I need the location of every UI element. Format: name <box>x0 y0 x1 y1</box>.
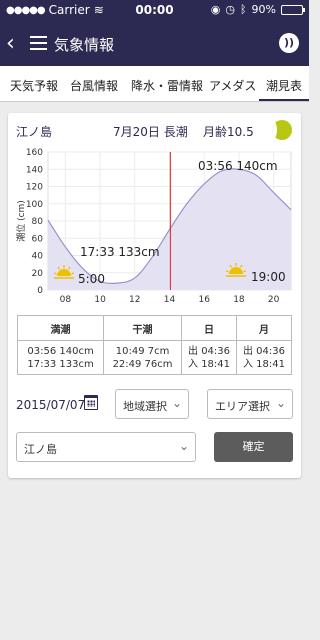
sun-cell: 出 04:36 入 18:41 <box>181 340 237 375</box>
low-tide-annotation: 17:33 133cm <box>80 245 160 259</box>
high-tide-annotation: 03:56 140cm <box>198 159 278 173</box>
tide-card: 江ノ島 7月20日 長潮 月齢10.5 0 20 40 60 80 100 120 140 16… <box>8 113 301 478</box>
y-tick-label: 160 <box>26 148 43 158</box>
status-bar: ●●●●● Carrier ≋ 00:00 ◉ ◷ ᛒ 90% <box>0 0 309 22</box>
hamburger-icon[interactable] <box>30 36 47 50</box>
nav-bar: ‹ 気象情報 )) <box>0 22 309 66</box>
moonrise-time: 出 04:36 <box>243 345 285 357</box>
x-tick-label: 10 <box>94 295 106 305</box>
tab-tide-table[interactable]: 潮見表 <box>266 77 302 94</box>
moonset-time: 入 18:41 <box>243 358 285 370</box>
chevron-down-icon: ⌄ <box>171 396 182 410</box>
x-tick-label: 20 <box>268 295 280 305</box>
x-tick-label: 14 <box>164 295 176 305</box>
rss-icon[interactable]: )) <box>279 33 299 53</box>
location-select-label: 江ノ島 <box>24 443 57 456</box>
header-sun: 日 <box>181 315 237 341</box>
battery-percent: 90% <box>251 3 276 16</box>
sunrise-time: 出 04:36 <box>188 345 231 357</box>
sunset-time: 入 18:41 <box>188 358 231 370</box>
confirm-button[interactable]: 確定 <box>214 432 293 462</box>
header-low-tide: 干潮 <box>103 315 183 341</box>
x-tick-label: 12 <box>129 295 140 305</box>
low-tide-cell: 10:49 7cm 22:49 76cm <box>103 340 183 375</box>
x-tick-label: 16 <box>198 295 210 305</box>
y-axis-label: 潮位 (cm) <box>15 200 27 242</box>
y-tick-label: 0 <box>37 286 43 296</box>
chevron-down-icon: ⌄ <box>178 439 189 453</box>
y-tick-label: 40 <box>32 252 44 262</box>
tab-typhoon[interactable]: 台風情報 <box>70 77 118 94</box>
y-tick-label: 100 <box>26 200 43 210</box>
tide-table: 満潮 干潮 日 月 03:56 140cm 17:33 133cm 10:49 7… <box>16 315 292 375</box>
tab-bar: 天気予報 台風情報 降水・雷情報 アメダス 潮見表 <box>0 66 309 102</box>
low-tide-1: 10:49 7cm <box>115 345 170 357</box>
sunset-label: 19:00 <box>251 270 286 284</box>
tab-weather[interactable]: 天気予報 <box>10 77 58 94</box>
date-label: 7月20日 <box>113 125 160 139</box>
high-tide-cell: 03:56 140cm 17:33 133cm <box>16 340 105 375</box>
tab-rain-thunder[interactable]: 降水・雷情報 <box>131 77 203 94</box>
header-moon: 月 <box>236 315 292 341</box>
moon-cell: 出 04:36 入 18:41 <box>236 340 292 375</box>
tide-type: 長潮 <box>163 125 188 139</box>
region-select-label: 地域選択 <box>123 400 167 413</box>
x-tick-label: 08 <box>60 295 72 305</box>
table-row: 03:56 140cm 17:33 133cm 10:49 7cm 22:49 76… <box>16 340 292 375</box>
header-high-tide: 満潮 <box>16 315 105 341</box>
place-name: 江ノ島 <box>16 125 53 139</box>
y-tick-label: 60 <box>32 234 44 244</box>
status-right: ◉ ◷ ᛒ 90% <box>210 3 305 16</box>
date-field[interactable]: 2015/07/07 <box>16 398 85 412</box>
y-tick-label: 20 <box>32 269 44 279</box>
date-info: 7月20日 長潮 <box>113 123 188 140</box>
high-tide-1: 03:56 140cm <box>27 345 94 357</box>
battery-icon <box>281 4 305 15</box>
y-tick-label: 80 <box>32 217 44 227</box>
table-header-row: 満潮 干潮 日 月 <box>16 315 292 341</box>
y-tick-label: 120 <box>26 183 43 193</box>
location-select[interactable]: 江ノ島 ⌄ <box>16 432 196 462</box>
lock-icon: ◉ <box>210 3 221 16</box>
y-tick-label: 140 <box>26 165 43 175</box>
tide-chart: 0 20 40 60 80 100 120 140 160 08 10 12 14 16 18 20 潮位 (c… <box>15 148 292 305</box>
moon-age: 月齢10.5 <box>203 125 254 139</box>
sunrise-label: 5:00 <box>78 272 105 286</box>
region-select[interactable]: 地域選択 ⌄ <box>115 389 189 419</box>
high-tide-2: 17:33 133cm <box>27 358 94 370</box>
moon-phase-icon <box>272 120 292 140</box>
area-select[interactable]: エリア選択 ⌄ <box>207 389 293 419</box>
alarm-icon: ◷ <box>225 3 235 16</box>
calendar-icon[interactable] <box>84 395 98 410</box>
active-tab-indicator <box>259 99 309 101</box>
tab-amedas[interactable]: アメダス <box>209 77 256 94</box>
page-title: 気象情報 <box>54 36 115 54</box>
chevron-down-icon: ⌄ <box>275 396 286 410</box>
bluetooth-icon: ᛒ <box>239 3 247 16</box>
area-select-label: エリア選択 <box>215 400 270 413</box>
x-tick-label: 18 <box>233 295 245 305</box>
low-tide-2: 22:49 76cm <box>112 358 173 370</box>
chevron-left-icon[interactable]: ‹ <box>6 31 15 56</box>
